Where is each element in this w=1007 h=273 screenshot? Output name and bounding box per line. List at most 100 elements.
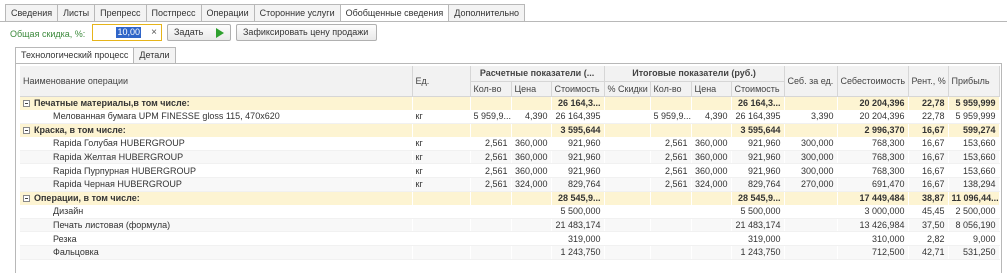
cell-qty2	[650, 245, 692, 260]
set-discount-button[interactable]: Задать	[167, 24, 231, 41]
cell-costprice: 310,000	[837, 231, 909, 247]
cell-price2	[691, 191, 732, 205]
tab-external-services[interactable]: Сторонние услуги	[253, 4, 340, 21]
col-profit-header[interactable]: Прибыль	[948, 66, 1000, 97]
cell-unitcost: 3,390	[784, 109, 838, 124]
tab-operations[interactable]: Операции	[200, 4, 254, 21]
row-label: Фальцовка	[53, 247, 99, 258]
col-price-header[interactable]: Цена	[511, 81, 552, 97]
table-row[interactable]: Мелованная бумага UPM FINESSE gloss 115,…	[20, 109, 1000, 124]
cell-unitcost	[784, 231, 838, 247]
group-row[interactable]: Краска, в том числе: 3 595,644 3 595,644 2 …	[20, 123, 1000, 137]
tab-details[interactable]: Детали	[133, 47, 176, 63]
group-row[interactable]: Операции, в том числе: 28 545,9... 28 545,…	[20, 191, 1000, 205]
cell-disc	[604, 150, 651, 165]
cell-unitcost: 300,000	[784, 163, 838, 179]
col-profitability-header[interactable]: Рент., %	[908, 66, 949, 97]
tab-summary[interactable]: Обобщенные сведения	[339, 4, 449, 22]
row-label: Дизайн	[53, 206, 84, 217]
cell-unit	[412, 231, 470, 247]
cell-cost2: 829,764	[731, 177, 785, 192]
col-price2-header[interactable]: Цена	[691, 81, 732, 97]
fix-price-button[interactable]: Зафиксировать цену продажи	[236, 24, 377, 41]
col-name-header[interactable]: Наименование операции	[20, 66, 413, 97]
cell-unit	[412, 218, 470, 233]
cell-costprice: 20 204,396	[837, 109, 909, 124]
play-icon	[216, 28, 224, 38]
col-discount-header[interactable]: % Скидки	[604, 81, 651, 97]
cell-cost2: 26 164,3...	[731, 96, 785, 110]
cell-unitcost	[784, 123, 838, 137]
collapse-icon[interactable]	[23, 195, 30, 203]
cell-profit: 11 096,44...	[948, 191, 1000, 205]
cell-unitcost: 270,000	[784, 177, 838, 192]
row-label: Печать листовая (формула)	[53, 220, 171, 231]
row-label: Краска, в том числе:	[34, 125, 126, 136]
collapse-icon[interactable]	[23, 127, 30, 135]
tab-divider	[0, 21, 1007, 22]
cell-qty: 2,561	[470, 163, 511, 179]
cell-cost2: 21 483,174	[731, 218, 785, 233]
col-qty2-header[interactable]: Кол-во	[650, 81, 692, 97]
cell-unit	[412, 204, 470, 219]
cell-price2: 360,000	[691, 136, 732, 151]
cell-price: 360,000	[511, 163, 551, 179]
cell-cost: 3 595,644	[551, 123, 605, 137]
tab-additional[interactable]: Дополнительно	[448, 4, 526, 21]
cell-disc	[604, 177, 651, 192]
cell-price2: 4,390	[691, 109, 732, 124]
discount-input[interactable]: 10,00 ×	[92, 24, 162, 41]
tab-postpress[interactable]: Постпресс	[145, 4, 201, 21]
cell-name: Rapida Черная HUBERGROUP	[20, 177, 412, 192]
cell-costprice: 768,300	[837, 136, 909, 151]
cell-disc	[604, 191, 651, 205]
set-discount-label: Задать	[174, 27, 204, 37]
tab-sheets[interactable]: Листы	[57, 4, 95, 21]
col-qty-header[interactable]: Кол-во	[470, 81, 512, 97]
cell-qty: 5 959,9...	[470, 109, 511, 124]
table-row[interactable]: Дизайн 5 500,000 5 500,000 3 000,000 45,45 2 …	[20, 204, 1000, 219]
cell-costprice: 3 000,000	[837, 204, 909, 219]
cell-profit: 153,660	[948, 163, 1000, 179]
clear-icon[interactable]: ×	[151, 26, 157, 39]
col-cost-per-unit-header[interactable]: Себ. за ед.	[784, 66, 838, 97]
top-tab-bar: Сведения Листы Препресс Постпресс Операц…	[5, 4, 526, 22]
cell-costprice: 13 426,984	[837, 218, 909, 233]
cell-unitcost	[784, 191, 838, 205]
cell-costprice: 768,300	[837, 150, 909, 165]
cell-unit: кг	[412, 150, 470, 165]
discount-value: 10,00	[116, 27, 141, 38]
table-row[interactable]: Резка 319,000 319,000 310,000 2,82 9,000	[20, 231, 1000, 247]
cell-disc	[604, 218, 651, 233]
tab-info[interactable]: Сведения	[5, 4, 58, 21]
cell-cost: 21 483,174	[551, 218, 605, 233]
cell-qty: 2,561	[470, 177, 511, 192]
cell-rent: 16,67	[908, 163, 949, 179]
table-row[interactable]: Фальцовка 1 243,750 1 243,750 712,500 42,71 5…	[20, 245, 1000, 260]
col-cost-price-header[interactable]: Себестоимость	[837, 66, 909, 97]
cell-unitcost	[784, 204, 838, 219]
group-row[interactable]: Печатные материалы,в том числе: 26 164,3.…	[20, 96, 1000, 110]
collapse-icon[interactable]	[23, 100, 30, 108]
cell-qty2	[650, 191, 692, 205]
table-row[interactable]: Rapida Пурпурная HUBERGROUP кг 2,561 360,00…	[20, 163, 1000, 179]
cell-costprice: 2 996,370	[837, 123, 909, 137]
table-row[interactable]: Печать листовая (формула) 21 483,174 21 48…	[20, 218, 1000, 233]
cell-disc	[604, 123, 651, 137]
table-row[interactable]: Rapida Голубая HUBERGROUP кг 2,561 360,000 9…	[20, 136, 1000, 151]
tab-tech-process[interactable]: Технологический процесс	[15, 47, 135, 63]
table-row[interactable]: Rapida Черная HUBERGROUP кг 2,561 324,000 82…	[20, 177, 1000, 192]
cell-price2	[691, 204, 732, 219]
cell-cost: 5 500,000	[551, 204, 605, 219]
table-row[interactable]: Rapida Желтая HUBERGROUP кг 2,561 360,000 92…	[20, 150, 1000, 165]
col-unit-header[interactable]: Ед.	[412, 66, 471, 97]
cell-unit	[412, 96, 470, 110]
cell-qty	[470, 191, 511, 205]
col-cost-header[interactable]: Стоимость	[551, 81, 605, 97]
tab-prepress[interactable]: Препресс	[94, 4, 146, 21]
col-cost2-header[interactable]: Стоимость	[731, 81, 785, 97]
cell-price: 360,000	[511, 150, 551, 165]
cell-price	[511, 191, 551, 205]
cell-qty: 2,561	[470, 150, 511, 165]
cell-price	[511, 231, 551, 247]
